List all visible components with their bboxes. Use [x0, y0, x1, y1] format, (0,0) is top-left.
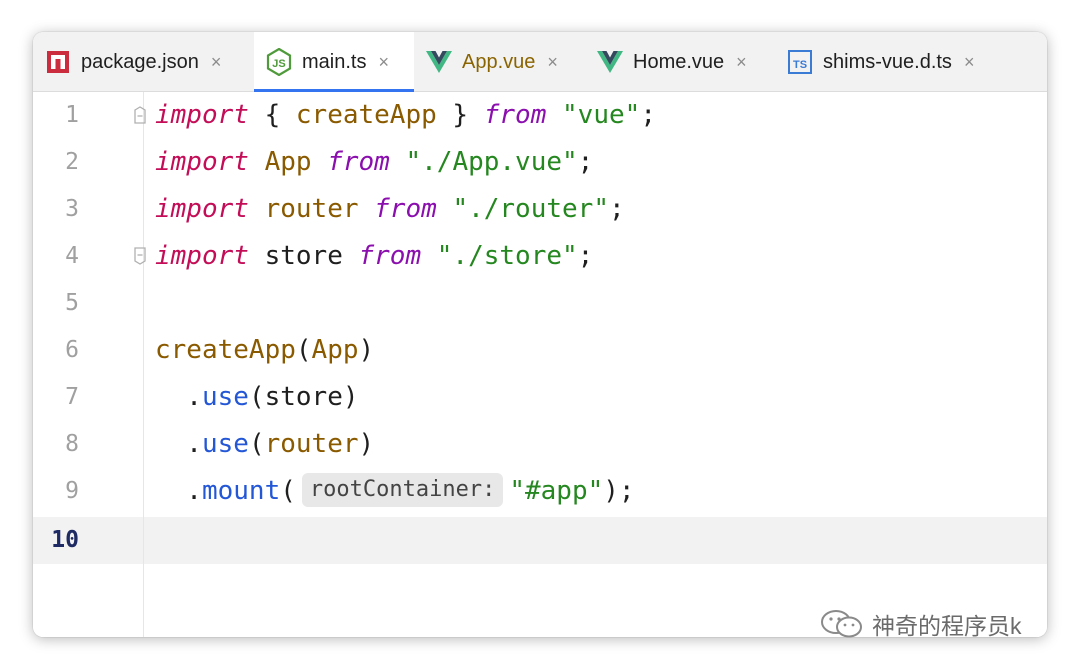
code-line: 9 .mount(rootContainer: "#app"); [33, 468, 1047, 515]
close-icon[interactable]: × [736, 52, 747, 73]
line-number: 6 [65, 337, 79, 363]
close-icon[interactable]: × [378, 52, 389, 73]
nodejs-icon: JS [266, 48, 292, 76]
code-line: 2 import App from "./App.vue"; [33, 139, 1047, 186]
tab-main-ts[interactable]: JS main.ts × [254, 32, 414, 93]
line-number: 4 [65, 243, 79, 269]
vue-icon [426, 49, 452, 75]
tab-shims-vue-d-ts[interactable]: TS shims-vue.d.ts × [775, 32, 1015, 92]
watermark-text: 神奇的程序员k [872, 613, 1022, 639]
svg-text:JS: JS [272, 58, 285, 70]
code-text: import App from "./App.vue"; [155, 147, 594, 177]
line-number: 1 [65, 102, 79, 128]
code-text: .use(store) [155, 382, 359, 412]
typescript-file-icon: TS [787, 49, 813, 75]
code-text: createApp(App) [155, 335, 375, 365]
code-line: 8 .use(router) [33, 421, 1047, 468]
code-line: 5 [33, 280, 1047, 327]
tab-label: package.json [81, 50, 199, 73]
line-number: 7 [65, 384, 79, 410]
svg-text:TS: TS [793, 59, 807, 71]
code-line: 6 createApp(App) [33, 327, 1047, 374]
watermark: 神奇的程序员k [820, 607, 1022, 641]
ide-window: package.json × JS main.ts × App.vue × Ho… [33, 32, 1047, 637]
code-text: .use(router) [155, 429, 375, 459]
code-line-current: 10 [33, 517, 1047, 564]
code-text: import { createApp } from "vue"; [155, 100, 656, 130]
close-icon[interactable]: × [211, 52, 222, 73]
line-number: 3 [65, 196, 79, 222]
tab-label: shims-vue.d.ts [823, 50, 952, 73]
close-icon[interactable]: × [547, 52, 558, 73]
fold-marker-icon[interactable] [133, 247, 147, 270]
tab-label: App.vue [462, 50, 536, 73]
code-editor[interactable]: 1 import { createApp } from "vue"; 2 imp… [33, 92, 1047, 637]
line-number: 5 [65, 290, 79, 316]
close-icon[interactable]: × [964, 52, 975, 73]
code-line: 4 import store from "./store"; [33, 233, 1047, 280]
code-line: 7 .use(store) [33, 374, 1047, 421]
tab-package-json[interactable]: package.json × [33, 32, 254, 92]
code-line: 3 import router from "./router"; [33, 186, 1047, 233]
line-number: 9 [65, 478, 79, 504]
code-text: import router from "./router"; [155, 194, 625, 224]
parameter-inlay-hint: rootContainer: [301, 472, 504, 507]
code-text: .mount(rootContainer: "#app"); [155, 468, 635, 515]
npm-package-icon [45, 49, 71, 75]
wechat-icon [820, 609, 864, 639]
tab-label: Home.vue [633, 50, 725, 73]
fold-marker-icon[interactable] [133, 106, 147, 129]
code-text: import store from "./store"; [155, 241, 594, 271]
vue-icon [597, 49, 623, 75]
line-number: 8 [65, 431, 79, 457]
line-number: 2 [65, 149, 79, 175]
editor-tab-bar: package.json × JS main.ts × App.vue × Ho… [33, 32, 1047, 93]
tab-label: main.ts [302, 50, 367, 73]
tab-app-vue[interactable]: App.vue × [414, 32, 585, 92]
tab-home-vue[interactable]: Home.vue × [585, 32, 775, 92]
line-number: 10 [51, 527, 79, 553]
code-line: 1 import { createApp } from "vue"; [33, 92, 1047, 139]
